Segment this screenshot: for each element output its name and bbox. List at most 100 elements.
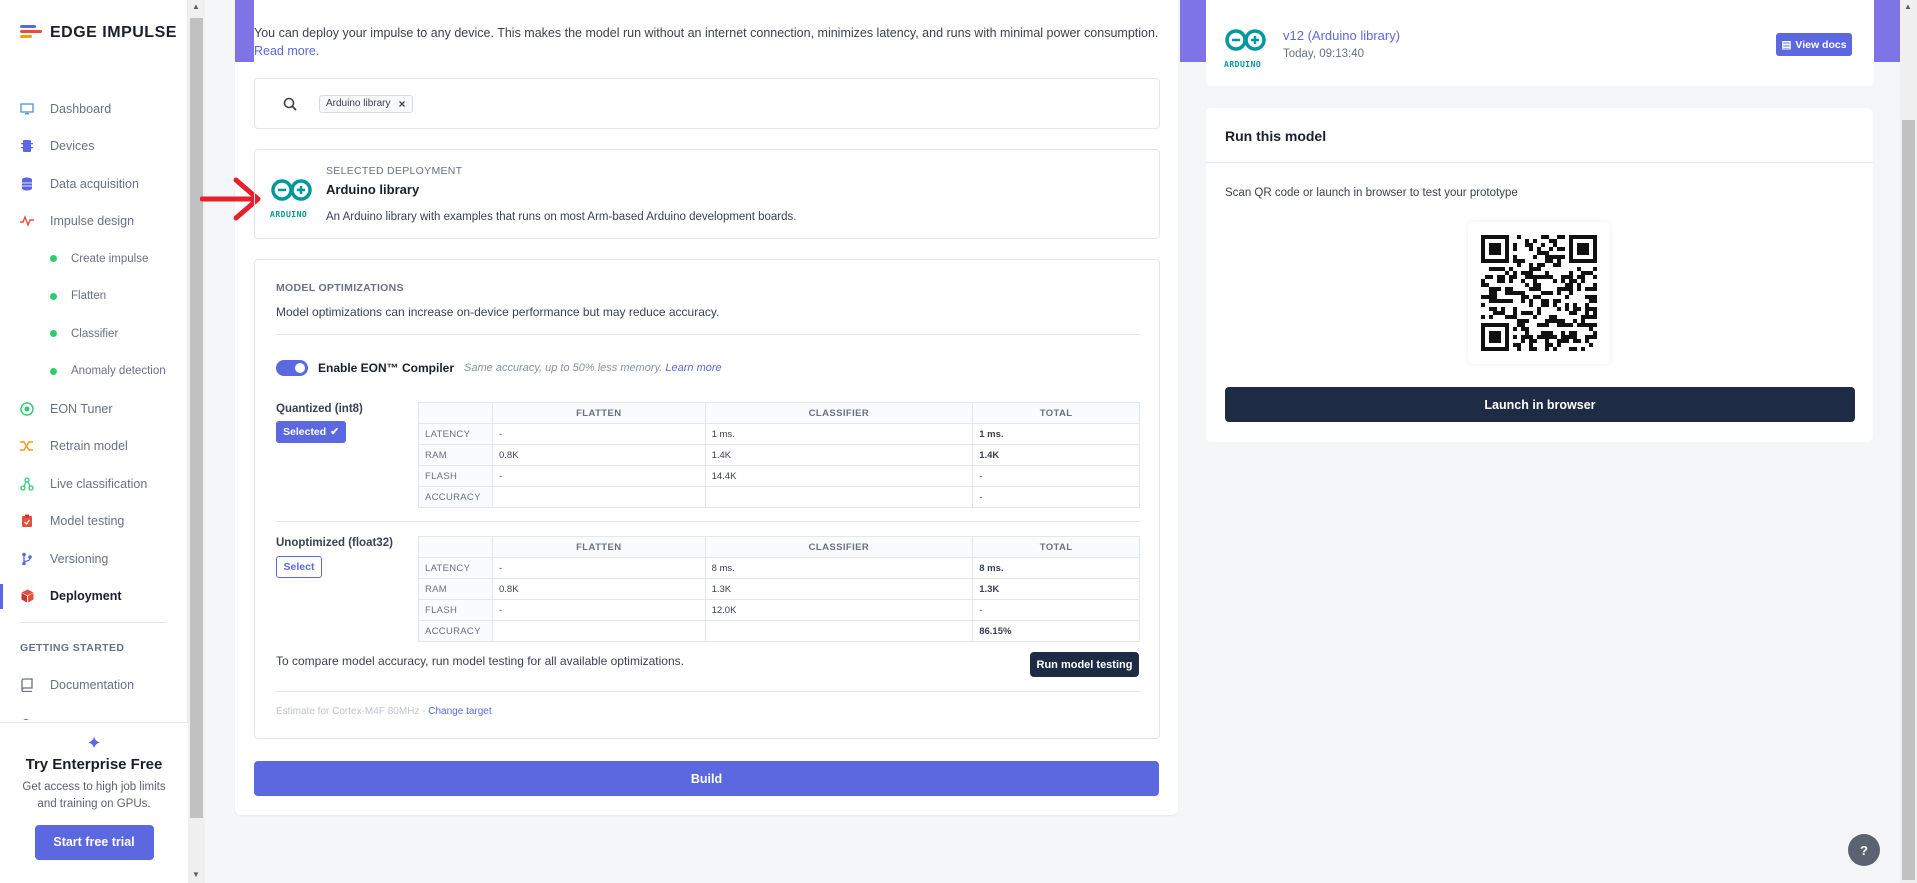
run-model-testing-button[interactable]: Run model testing: [1030, 652, 1139, 677]
status-dot-icon: [50, 330, 57, 338]
sidebar-item-model-testing[interactable]: Model testing: [0, 503, 188, 541]
sidebar-item-retrain-model[interactable]: Retrain model: [0, 428, 188, 466]
sidebar-item-create-impulse[interactable]: Create impulse: [0, 240, 188, 278]
banner-accent: [235, 0, 254, 62]
document-icon: ▤: [1781, 38, 1792, 51]
status-dot-icon: [50, 292, 57, 300]
sidebar-item-label: Classifier: [71, 327, 119, 340]
model-optimizations: MODEL OPTIMIZATIONS Model optimizations …: [254, 259, 1160, 739]
table-row: FLASH - 14.4K -: [418, 465, 1140, 487]
eon-compiler-toggle[interactable]: [276, 360, 308, 376]
filter-chip[interactable]: Arduino library ×: [319, 94, 413, 113]
select-button[interactable]: Select: [276, 556, 322, 578]
quantized-performance-table: FLATTEN CLASSIFIER TOTAL LATENCY - 1 ms.…: [418, 402, 1140, 508]
sidebar-item-anomaly-detection[interactable]: Anomaly detection: [0, 353, 188, 391]
table-cell: -: [492, 423, 706, 445]
table-cell: 8 ms.: [704, 557, 974, 579]
change-target-link[interactable]: Change target: [428, 706, 491, 717]
launch-in-browser-button[interactable]: Launch in browser: [1225, 387, 1855, 422]
learn-more-link[interactable]: Learn more: [665, 362, 721, 374]
selected-button[interactable]: Selected ✔: [276, 421, 347, 443]
edge-impulse-logo[interactable]: EDGE IMPULSE: [20, 24, 177, 42]
row-header: ACCURACY: [418, 620, 493, 642]
check-icon: ✔: [330, 426, 340, 438]
close-icon[interactable]: ×: [398, 97, 405, 111]
column-header: TOTAL: [972, 536, 1140, 558]
table-cell: 1 ms.: [704, 423, 974, 445]
table-cell: -: [492, 465, 706, 487]
scrollbar-thumb[interactable]: [1902, 120, 1915, 880]
view-docs-button[interactable]: ▤ View docs: [1776, 33, 1852, 56]
page-scrollbar[interactable]: ▲: [1900, 0, 1917, 883]
scrollbar-thumb[interactable]: [190, 18, 203, 818]
box-icon: [20, 589, 34, 603]
sidebar-scrollbar[interactable]: ▲ ▼: [188, 0, 205, 883]
sidebar-item-eon-tuner[interactable]: EON Tuner: [0, 390, 188, 428]
sidebar-item-deployment[interactable]: Deployment: [0, 578, 188, 616]
sidebar-item-label: Deployment: [50, 589, 122, 604]
column-header: [418, 536, 493, 558]
book-icon: [20, 678, 34, 692]
sidebar-item-live-classification[interactable]: Live classification: [0, 465, 188, 503]
table-cell: 86.15%: [972, 620, 1140, 642]
deployment-search[interactable]: Arduino library ×: [254, 78, 1160, 129]
scroll-up-icon[interactable]: ▲: [192, 2, 200, 11]
deployment-description: An Arduino library with examples that ru…: [326, 211, 797, 223]
sidebar-item-impulse-design[interactable]: Impulse design: [0, 203, 188, 241]
table-cell: 0.8K: [492, 578, 706, 600]
selected-deployment: ARDUINO SELECTED DEPLOYMENT Arduino libr…: [254, 149, 1160, 239]
view-docs-label: View docs: [1795, 38, 1847, 51]
sidebar-item-devices[interactable]: Devices: [0, 128, 188, 166]
sidebar-item-flatten[interactable]: Flatten: [0, 278, 188, 316]
optimizations-description: Model optimizations can increase on-devi…: [276, 305, 720, 319]
column-header: FLATTEN: [492, 536, 706, 558]
sparkle-icon: ✦: [86, 733, 102, 753]
promo-desc: Get access to high job limits and traini…: [22, 781, 166, 810]
banner-accent: [1180, 0, 1206, 62]
run-model-card: Run this model Scan QR code or launch in…: [1206, 108, 1873, 442]
sidebar-item-data-acquisition[interactable]: Data acquisition: [0, 165, 188, 203]
intro-paragraph: You can deploy your impulse to any devic…: [254, 26, 1159, 40]
read-more-link[interactable]: Read more.: [254, 44, 319, 58]
sidebar-item-label: Anomaly detection: [71, 365, 166, 378]
clipboard-icon: [20, 514, 34, 528]
sidebar-item-versioning[interactable]: Versioning: [0, 540, 188, 578]
table-header-row: FLATTEN CLASSIFIER TOTAL: [418, 402, 1140, 424]
sidebar-item-label: Dashboard: [50, 101, 112, 116]
build-button[interactable]: Build: [254, 761, 1159, 796]
intro-text: You can deploy your impulse to any devic…: [254, 24, 1164, 60]
sidebar-item-dashboard[interactable]: Dashboard: [0, 90, 188, 128]
table-row: LATENCY - 1 ms. 1 ms.: [418, 423, 1140, 445]
divider: [276, 334, 1140, 335]
qr-code-icon: [1481, 235, 1597, 351]
table-row: ACCURACY -: [418, 486, 1140, 508]
selected-button-label: Selected: [283, 426, 327, 438]
column-header: TOTAL: [972, 402, 1140, 424]
version-link[interactable]: v12 (Arduino library): [1283, 28, 1400, 43]
qr-code[interactable]: [1468, 222, 1610, 364]
target-icon: [20, 402, 34, 416]
row-header: ACCURACY: [418, 486, 493, 508]
logo-icon: [20, 25, 42, 41]
table-cell: 12.0K: [704, 599, 974, 621]
divider: [1206, 162, 1873, 163]
table-cell: 14.4K: [704, 465, 974, 487]
scroll-up-icon[interactable]: ▲: [1904, 2, 1912, 11]
table-header-row: FLATTEN CLASSIFIER TOTAL: [418, 536, 1140, 558]
scroll-down-icon[interactable]: ▼: [192, 870, 200, 879]
sidebar-item-classifier[interactable]: Classifier: [0, 315, 188, 353]
brand-name: EDGE IMPULSE: [50, 24, 177, 41]
sidebar-nav: Dashboard Devices Data acquisition Impul…: [0, 90, 188, 615]
version-timestamp: Today, 09:13:40: [1283, 48, 1364, 60]
estimate-text: Estimate for Cortex-M4F 80MHz -: [276, 706, 429, 717]
sidebar-item-documentation[interactable]: Documentation: [0, 666, 134, 704]
help-icon[interactable]: ?: [1848, 834, 1880, 866]
status-dot-icon: [50, 255, 57, 263]
table-cell: [492, 486, 706, 508]
table-cell: -: [492, 599, 706, 621]
start-free-trial-button[interactable]: Start free trial: [34, 825, 154, 860]
sidebar-item-label: Live classification: [50, 476, 148, 491]
compare-text: To compare model accuracy, run model tes…: [276, 654, 684, 668]
table-row: FLASH - 12.0K -: [418, 599, 1140, 621]
arduino-logo-icon: ARDUINO: [270, 178, 314, 219]
